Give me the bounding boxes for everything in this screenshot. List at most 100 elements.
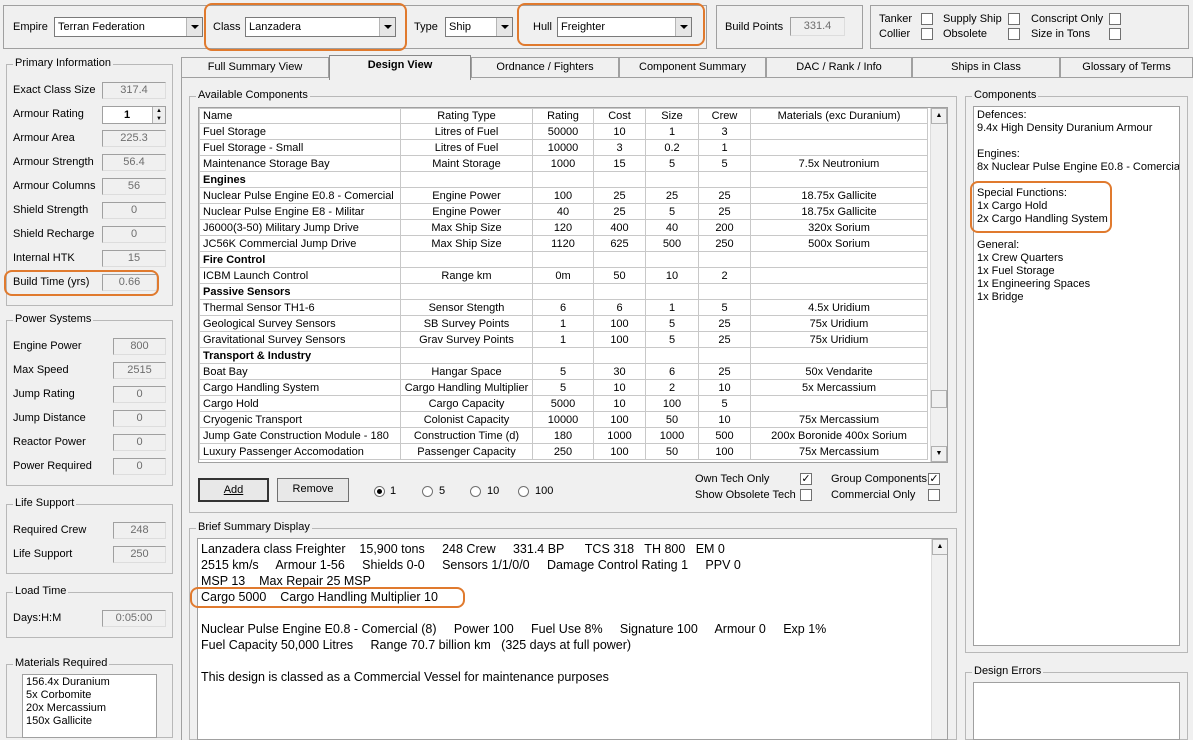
- column-header[interactable]: Crew: [698, 108, 751, 124]
- tab-dac-rank-info[interactable]: DAC / Rank / Info: [766, 57, 912, 77]
- group-components-checkbox[interactable]: ✓: [928, 473, 940, 485]
- column-header[interactable]: Name: [199, 108, 401, 124]
- own-tech-only-checkbox[interactable]: ✓: [800, 473, 812, 485]
- internal-htk-label: Internal HTK: [13, 252, 75, 264]
- table-row[interactable]: Jump Gate Construction Module - 180 Const…: [199, 427, 928, 444]
- tanker-checkbox[interactable]: [921, 13, 933, 25]
- empire-select[interactable]: Terran Federation: [54, 17, 203, 37]
- table-row[interactable]: J6000(3-50) Military Jump Drive Max Ship …: [199, 219, 928, 236]
- scroll-thumb[interactable]: [931, 390, 947, 408]
- remove-button[interactable]: Remove: [277, 478, 349, 502]
- table-row[interactable]: Boat Bay Hangar Space 5 30 6 25 50x Vendarite: [199, 363, 928, 380]
- table-row[interactable]: Cryogenic Transport Colonist Capacity 1000…: [199, 411, 928, 428]
- table-cell: 1: [645, 299, 699, 316]
- type-select[interactable]: Ship: [445, 17, 513, 37]
- shield-recharge-value: 0: [102, 226, 166, 243]
- table-group-row[interactable]: Transport & Industry: [199, 347, 928, 364]
- radio-1[interactable]: [374, 486, 385, 497]
- column-header[interactable]: Cost: [593, 108, 646, 124]
- table-row[interactable]: JC56K Commercial Jump Drive Max Ship Size…: [199, 235, 928, 252]
- supply-ship-checkbox[interactable]: [1008, 13, 1020, 25]
- tab-component-summary[interactable]: Component Summary: [619, 57, 766, 77]
- table-cell: [593, 347, 646, 364]
- own-tech-only-label: Own Tech Only: [695, 473, 770, 485]
- show-obsolete-tech-checkbox[interactable]: [800, 489, 812, 501]
- components-table-container[interactable]: Name Rating Type Rating Cost Size Crew Materia…: [198, 107, 948, 463]
- table-row[interactable]: Maintenance Storage Bay Maint Storage 1000…: [199, 155, 928, 172]
- armour-rating-input[interactable]: 1 ▲ ▼: [102, 106, 166, 124]
- power-required-label: Power Required: [13, 460, 92, 472]
- radio-10[interactable]: [470, 486, 481, 497]
- commercial-only-label: Commercial Only: [831, 489, 916, 501]
- table-row[interactable]: Nuclear Pulse Engine E8 - Militar Engine …: [199, 203, 928, 220]
- tab-ships-in-class[interactable]: Ships in Class: [912, 57, 1060, 77]
- table-cell: 120: [532, 219, 594, 236]
- table-row[interactable]: Gravitational Survey Sensors Grav Survey …: [199, 331, 928, 348]
- brief-summary-text[interactable]: Lanzadera class Freighter 15,900 tons 24…: [197, 538, 948, 740]
- table-cell: 625: [593, 235, 646, 252]
- table-cell: 6: [532, 299, 594, 316]
- life-support-label: Life Support: [13, 548, 73, 560]
- table-cell: 5: [532, 379, 594, 396]
- table-cell: Fuel Storage - Small: [199, 139, 401, 156]
- obsolete-checkbox[interactable]: [1008, 28, 1020, 40]
- conscript-only-checkbox[interactable]: [1109, 13, 1121, 25]
- tab-full-summary-view[interactable]: Full Summary View: [181, 57, 329, 77]
- table-cell: [532, 347, 594, 364]
- type-label: Type: [414, 21, 438, 33]
- column-header[interactable]: Rating: [532, 108, 594, 124]
- scroll-up-icon[interactable]: ▲: [931, 108, 947, 124]
- commercial-only-checkbox[interactable]: [928, 489, 940, 501]
- size-in-tons-checkbox[interactable]: [1109, 28, 1121, 40]
- scroll-down-icon[interactable]: ▼: [931, 446, 947, 462]
- table-row[interactable]: Geological Survey Sensors SB Survey Point…: [199, 315, 928, 332]
- table-cell: [593, 283, 646, 300]
- table-row[interactable]: ICBM Launch Control Range km 0m 50 10 2: [199, 267, 928, 284]
- tab-design-view[interactable]: Design View: [329, 55, 471, 80]
- table-cell: 10: [645, 267, 699, 284]
- table-group-row[interactable]: Passive Sensors: [199, 283, 928, 300]
- table-row[interactable]: Nuclear Pulse Engine E0.8 - Comercial Eng…: [199, 187, 928, 204]
- table-row[interactable]: Cargo Handling System Cargo Handling Mult…: [199, 379, 928, 396]
- armour-area-label: Armour Area: [13, 132, 75, 144]
- table-cell: Max Ship Size: [400, 219, 533, 236]
- summary-scrollbar[interactable]: ▲: [931, 539, 947, 739]
- cargo-line-highlight: [190, 587, 465, 608]
- table-cell: 2: [698, 267, 751, 284]
- materials-list[interactable]: 156.4x Duranium 5x Corbomite 20x Mercass…: [22, 674, 157, 738]
- table-cell: 25: [593, 187, 646, 204]
- table-cell: 0.2: [645, 139, 699, 156]
- column-header[interactable]: Materials (exc Duranium): [750, 108, 928, 124]
- exact-class-size-value: 317.4: [102, 82, 166, 99]
- scroll-up-icon[interactable]: ▲: [932, 539, 947, 555]
- table-cell: Engine Power: [400, 203, 533, 220]
- design-errors-list[interactable]: [973, 682, 1180, 740]
- jump-rating-label: Jump Rating: [13, 388, 75, 400]
- radio-5[interactable]: [422, 486, 433, 497]
- components-scrollbar[interactable]: ▲ ▼: [930, 108, 947, 462]
- table-group-row[interactable]: Fire Control: [199, 251, 928, 268]
- table-row[interactable]: Fuel Storage - Small Litres of Fuel 10000 3…: [199, 139, 928, 156]
- table-row[interactable]: Cargo Hold Cargo Capacity 5000 10 100 5: [199, 395, 928, 412]
- table-row[interactable]: Fuel Storage Litres of Fuel 50000 10 1 3: [199, 123, 928, 140]
- table-row[interactable]: Luxury Passenger Accomodation Passenger C…: [199, 443, 928, 460]
- column-header[interactable]: Rating Type: [400, 108, 533, 124]
- table-cell: 1: [532, 315, 594, 332]
- components-table: Name Rating Type Rating Cost Size Crew Materia…: [199, 108, 928, 460]
- spin-arrows-icon[interactable]: ▲ ▼: [152, 107, 165, 123]
- add-button[interactable]: Add: [198, 478, 269, 502]
- table-cell: Cargo Hold: [199, 395, 401, 412]
- chevron-down-icon[interactable]: [496, 18, 512, 36]
- table-cell: Construction Time (d): [400, 427, 533, 444]
- chevron-down-icon[interactable]: [186, 18, 202, 36]
- table-row[interactable]: Thermal Sensor TH1-6 Sensor Stength 6 6 1 5 4.…: [199, 299, 928, 316]
- tab-glossary-of-terms[interactable]: Glossary of Terms: [1060, 57, 1193, 77]
- table-group-row[interactable]: Engines: [199, 171, 928, 188]
- table-cell: 250: [698, 235, 751, 252]
- column-header[interactable]: Size: [645, 108, 699, 124]
- summary-line: Fuel Capacity 50,000 Litres Range 70.7 b…: [201, 638, 632, 652]
- tab-ordnance-fighters[interactable]: Ordnance / Fighters: [471, 57, 619, 77]
- available-components-title: Available Components: [196, 89, 310, 101]
- collier-checkbox[interactable]: [921, 28, 933, 40]
- radio-100[interactable]: [518, 486, 529, 497]
